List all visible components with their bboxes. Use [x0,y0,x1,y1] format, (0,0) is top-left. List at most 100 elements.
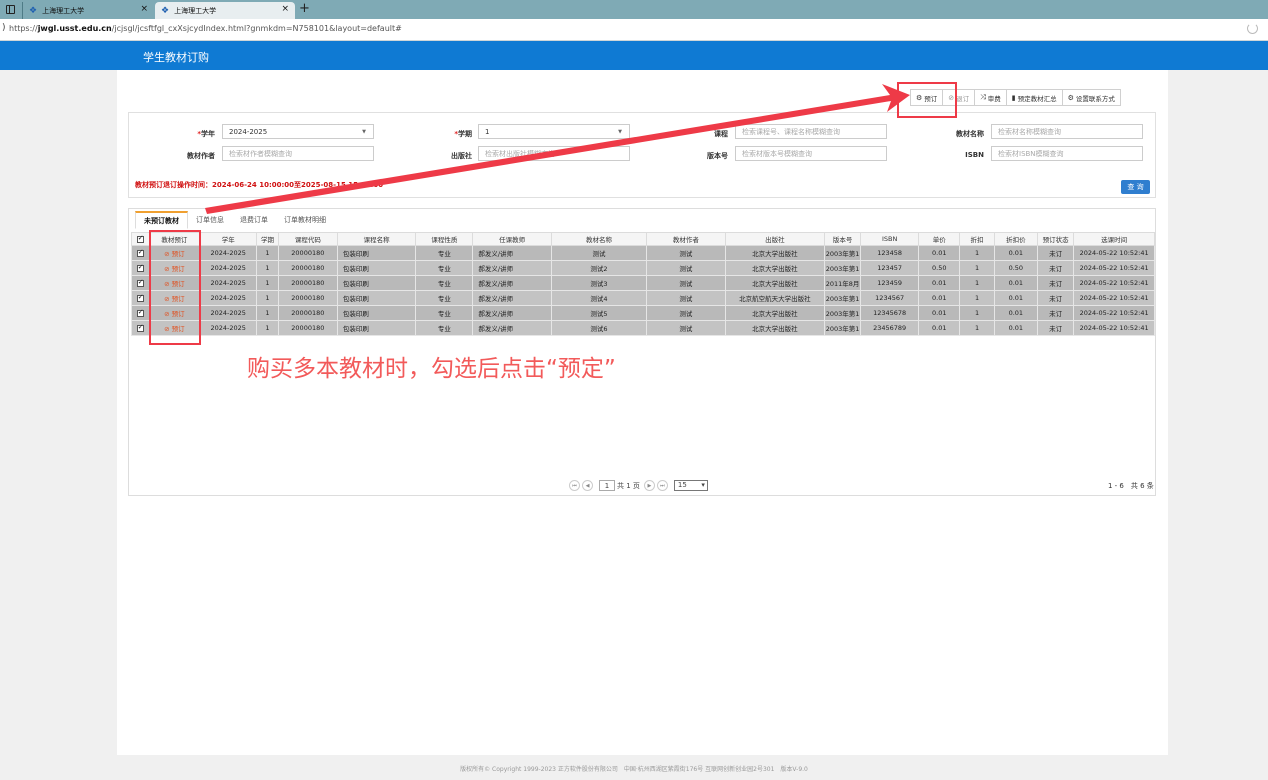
url-text[interactable]: https://jwgl.usst.edu.cn/jcjsgl/jcsftfgl… [9,24,402,33]
table-cell: 包装印刷 [336,275,417,291]
column-header[interactable]: 出版社 [724,232,825,246]
last-page-icon[interactable]: ⏭ [656,480,668,491]
table-cell: 2003年第1 [823,305,862,321]
table-cell: 未订 [1037,245,1075,261]
edition-input[interactable]: 检索材版本号模糊查询 [735,146,887,161]
window-icon[interactable] [6,5,15,14]
url-host: jwgl.usst.edu.cn [37,24,112,33]
table-cell: 0.01 [993,245,1039,261]
table-row[interactable]: ⊘ 预订2024-2025120000180包装印刷专业郝发义/讲师测试2测试北… [131,260,1155,276]
tab-order-info[interactable]: 订单信息 [188,211,232,229]
address-bar[interactable]: ) https://jwgl.usst.edu.cn/jcjsgl/jcsftf… [0,19,1268,41]
table-cell: 1 [959,290,995,306]
row-checkbox[interactable] [136,263,144,272]
author-input[interactable]: 检索材作者模糊查询 [222,146,374,161]
table-cell: 20000180 [277,320,338,336]
row-checkbox[interactable] [136,323,144,332]
query-button[interactable]: 查 询 [1121,180,1150,194]
row-checkbox[interactable] [136,248,144,257]
column-header[interactable]: 教材作者 [646,232,726,246]
table-row[interactable]: ⊘ 预订2024-2025120000180包装印刷专业郝发义/讲师测试3测试北… [131,275,1155,291]
browser-tab-2[interactable]: ❖ 上海理工大学 × [155,2,295,19]
close-icon[interactable]: × [281,4,289,14]
fee-review-button[interactable]: ⤨ 审费 [975,90,1007,105]
row-checkbox[interactable] [136,308,144,317]
table-cell: 2024-05-22 10:52:41 [1073,290,1155,306]
column-header[interactable]: 折扣 [959,232,995,246]
first-page-icon[interactable]: ⏮ [569,480,580,491]
table-row[interactable]: ⊘ 预订2024-2025120000180包装印刷专业郝发义/讲师测试5测试北… [131,305,1155,321]
table-cell: 23456789 [860,320,920,336]
table-cell: 1 [959,320,995,336]
table-cell: 包装印刷 [336,320,417,336]
course-input[interactable]: 检索课程号、课程名称模糊查询 [735,124,887,139]
publisher-input[interactable]: 检索材出版社模糊查询 [478,146,630,161]
favicon-icon: ❖ [161,5,170,16]
table-cell: 2024-05-22 10:52:41 [1073,320,1155,336]
table-cell: 0.01 [993,290,1039,306]
table-cell: 20000180 [277,290,338,306]
total-pages-text: 共 1 页 [617,481,640,490]
column-header[interactable]: 折扣价 [993,232,1039,246]
row-select-cell[interactable] [131,305,150,321]
term-select[interactable]: 1 ▼ [478,124,630,139]
table-cell: 郝发义/讲师 [472,290,552,306]
table-cell: 北京大学出版社 [724,275,825,291]
select-all-checkbox[interactable] [136,234,144,243]
row-select-cell[interactable] [131,260,150,276]
column-header[interactable]: 任课教师 [472,232,552,246]
column-header[interactable]: 课程性质 [415,232,474,246]
column-header[interactable]: 单价 [918,232,961,246]
row-checkbox[interactable] [136,278,144,287]
record-count: 1 - 6 共 6 条 [1108,482,1154,490]
author-label: 教材作者 [187,152,215,160]
footer-copyright: 版权所有© Copyright 1999-2023 正方软件股份有限公司 中国·… [460,766,808,773]
contact-settings-label: 设置联系方式 [1075,94,1115,103]
table-cell: 包装印刷 [336,290,417,306]
table-row[interactable]: ⊘ 预订2024-2025120000180包装印刷专业郝发义/讲师测试测试北京… [131,245,1155,261]
prev-page-icon[interactable]: ◀ [582,480,593,491]
browser-tab-1[interactable]: ❖ 上海理工大学 × [22,2,154,19]
page-number-input[interactable]: 1 [599,480,615,491]
row-select-cell[interactable] [131,290,150,306]
table-cell: 郝发义/讲师 [472,320,552,336]
column-header[interactable]: 学期 [256,232,279,246]
column-header[interactable]: ISBN [860,232,920,246]
column-header[interactable]: 教材名称 [550,232,648,246]
close-icon[interactable]: × [140,4,148,14]
table-row[interactable]: ⊘ 预订2024-2025120000180包装印刷专业郝发义/讲师测试4测试北… [131,290,1155,306]
row-select-cell[interactable] [131,275,150,291]
tab-refund-orders[interactable]: 退费订单 [232,211,276,229]
page-size-select[interactable]: 15 [673,480,708,491]
row-checkbox[interactable] [136,293,144,302]
column-header[interactable]: 课程代码 [277,232,338,246]
table-cell: 测试 [646,245,726,261]
row-select-cell[interactable] [131,320,150,336]
table-cell: 未订 [1037,260,1075,276]
column-header[interactable]: 版本号 [823,232,862,246]
table-row[interactable]: ⊘ 预订2024-2025120000180包装印刷专业郝发义/讲师测试6测试北… [131,320,1155,336]
select-all-cell[interactable] [131,232,150,246]
tab-unordered-books[interactable]: 未预订教材 [135,211,188,229]
contact-settings-button[interactable]: ⚙ 设置联系方式 [1063,90,1120,105]
year-select[interactable]: 2024-2025 ▼ [222,124,374,139]
grid-tabs: 未预订教材 订单信息 退费订单 订单教材明细 [135,211,334,229]
table-cell: 0.01 [918,320,961,336]
table-cell: 123457 [860,260,920,276]
bar-chart-icon: ▮ [1011,93,1016,102]
column-header[interactable]: 课程名称 [336,232,417,246]
new-tab-icon[interactable]: + [299,1,310,16]
column-header[interactable]: 选课时间 [1073,232,1155,246]
gear-icon: ⚙ [1067,93,1074,102]
column-header[interactable]: 学年 [199,232,258,246]
book-name-input[interactable]: 检索材名称模糊查询 [991,124,1143,139]
order-summary-button[interactable]: ▮ 预定教材汇总 [1007,90,1063,105]
tab-order-book-details[interactable]: 订单教材明细 [276,211,334,229]
next-page-icon[interactable]: ▶ [643,480,655,491]
isbn-input[interactable]: 检索材ISBN模糊查询 [991,146,1143,161]
table-cell: 2024-2025 [199,260,258,276]
table-cell: 测试 [646,305,726,321]
row-select-cell[interactable] [131,245,150,261]
reload-icon[interactable] [1247,23,1258,34]
column-header[interactable]: 预订状态 [1037,232,1075,246]
